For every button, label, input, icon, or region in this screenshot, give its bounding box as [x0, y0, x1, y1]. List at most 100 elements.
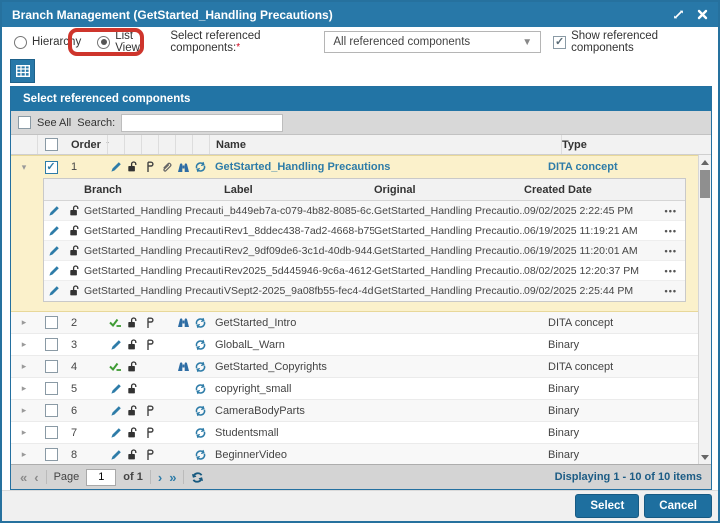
lock-icon[interactable] — [124, 361, 141, 373]
pencil-icon[interactable] — [44, 265, 64, 277]
pencil-icon[interactable] — [107, 383, 124, 395]
type-column-header[interactable]: Type — [561, 135, 711, 154]
branch-icon[interactable] — [141, 449, 158, 461]
table-row[interactable]: ▸ 4 GetStarted_Copyrights DITA concept — [11, 356, 698, 378]
branch-icon[interactable] — [141, 405, 158, 417]
sync-icon[interactable] — [192, 161, 209, 173]
binoculars-icon[interactable] — [175, 162, 192, 173]
name-cell[interactable]: GlobalL_Warn — [209, 339, 548, 351]
pencil-icon[interactable] — [44, 205, 64, 217]
checkout-icon[interactable] — [107, 317, 124, 329]
table-row[interactable]: ▸ 7 Studentsmall Binary — [11, 422, 698, 444]
binoculars-icon[interactable] — [175, 317, 192, 328]
referenced-components-dropdown[interactable]: All referenced components ▼ — [324, 31, 541, 53]
branch-row[interactable]: GetStarted_Handling Precautio... _b449eb… — [44, 201, 685, 221]
pencil-icon[interactable] — [44, 225, 64, 237]
radio-list-view[interactable]: List View — [97, 30, 154, 54]
branch-row[interactable]: GetStarted_Handling Precautio... Rev2025… — [44, 261, 685, 281]
pencil-icon[interactable] — [107, 405, 124, 417]
cancel-button[interactable]: Cancel — [644, 494, 712, 518]
expand-arrow-icon[interactable]: ▸ — [11, 339, 37, 350]
row-menu-ellipsis-icon[interactable]: ••• — [664, 266, 685, 276]
pencil-icon[interactable] — [107, 161, 124, 173]
table-row[interactable]: ▸ 3 GlobalL_Warn Binary — [11, 334, 698, 356]
vertical-scrollbar[interactable] — [698, 155, 711, 464]
row-checkbox[interactable] — [45, 426, 58, 439]
expand-arrow-icon[interactable]: ▸ — [11, 383, 37, 394]
expand-arrow-icon[interactable]: ▸ — [11, 361, 37, 372]
close-icon[interactable] — [697, 9, 708, 20]
lock-icon[interactable] — [64, 225, 84, 237]
row-checkbox[interactable] — [45, 448, 58, 461]
radio-list-view-label[interactable]: List View — [115, 30, 154, 54]
row-checkbox[interactable] — [45, 404, 58, 417]
name-cell[interactable]: GetStarted_Handling Precautions — [209, 161, 548, 173]
first-page-button[interactable]: « — [20, 471, 27, 484]
see-all-label[interactable]: See All — [37, 117, 71, 129]
order-column-header[interactable]: Order↑ — [65, 135, 107, 154]
radio-hierarchy-circle[interactable] — [14, 36, 27, 49]
select-button[interactable]: Select — [575, 494, 639, 518]
pencil-icon[interactable] — [107, 427, 124, 439]
table-row[interactable]: ▸ 6 CameraBodyParts Binary — [11, 400, 698, 422]
name-column-header[interactable]: Name — [209, 135, 561, 154]
branch-row[interactable]: GetStarted_Handling Precautio... Rev1_8d… — [44, 221, 685, 241]
expand-arrow-icon[interactable]: ▸ — [11, 317, 37, 328]
scrollbar-thumb[interactable] — [700, 170, 710, 198]
last-page-button[interactable]: » — [169, 471, 176, 484]
paperclip-icon[interactable] — [158, 161, 175, 173]
branch-row[interactable]: GetStarted_Handling Precautio... VSept2-… — [44, 281, 685, 301]
page-number-input[interactable] — [86, 469, 116, 486]
branch-row[interactable]: GetStarted_Handling Precautio... Rev2_9d… — [44, 241, 685, 261]
name-cell[interactable]: copyright_small — [209, 383, 548, 395]
collapse-arrow-icon[interactable]: ▾ — [11, 162, 37, 173]
lock-icon[interactable] — [64, 285, 84, 297]
see-all-checkbox[interactable] — [18, 116, 31, 129]
radio-hierarchy-label[interactable]: Hierarchy — [32, 36, 81, 48]
name-cell[interactable]: CameraBodyParts — [209, 405, 548, 417]
scroll-down-icon[interactable] — [699, 450, 711, 464]
lock-icon[interactable] — [64, 245, 84, 257]
lock-icon[interactable] — [64, 205, 84, 217]
row-menu-ellipsis-icon[interactable]: ••• — [664, 246, 685, 256]
name-cell[interactable]: Studentsmall — [209, 427, 548, 439]
expand-arrow-icon[interactable]: ▸ — [11, 449, 37, 460]
radio-hierarchy[interactable]: Hierarchy — [14, 36, 81, 49]
pencil-icon[interactable] — [44, 285, 64, 297]
name-cell[interactable]: GetStarted_Copyrights — [209, 361, 548, 373]
original-column-header[interactable]: Original — [374, 184, 524, 196]
branch-icon[interactable] — [141, 317, 158, 329]
row-checkbox[interactable] — [45, 316, 58, 329]
row-checkbox[interactable]: ✓ — [45, 161, 58, 174]
expand-arrow-icon[interactable]: ▸ — [11, 405, 37, 416]
prev-page-button[interactable]: ‹ — [34, 471, 38, 484]
created-date-column-header[interactable]: Created Date — [524, 184, 664, 196]
branch-icon[interactable] — [141, 339, 158, 351]
sync-icon[interactable] — [192, 427, 209, 439]
row-menu-ellipsis-icon[interactable]: ••• — [664, 286, 685, 296]
name-cell[interactable]: GetStarted_Intro — [209, 317, 548, 329]
row-checkbox[interactable] — [45, 338, 58, 351]
sync-icon[interactable] — [192, 339, 209, 351]
binoculars-icon[interactable] — [175, 361, 192, 372]
branch-icon[interactable] — [141, 427, 158, 439]
select-all-checkbox[interactable] — [45, 138, 58, 151]
lock-icon[interactable] — [124, 161, 141, 173]
refresh-icon[interactable] — [191, 471, 204, 484]
lock-icon[interactable] — [124, 405, 141, 417]
lock-icon[interactable] — [124, 383, 141, 395]
lock-icon[interactable] — [124, 317, 141, 329]
sync-icon[interactable] — [192, 361, 209, 373]
grid-view-button[interactable] — [10, 59, 35, 83]
table-row[interactable]: ▾ ✓ 1 GetStarted_Handling Precautions DI… — [11, 156, 698, 178]
branch-icon[interactable] — [141, 161, 158, 173]
row-checkbox[interactable] — [45, 382, 58, 395]
pencil-icon[interactable] — [107, 449, 124, 461]
next-page-button[interactable]: › — [158, 471, 162, 484]
radio-list-view-circle[interactable] — [97, 36, 110, 49]
lock-icon[interactable] — [124, 449, 141, 461]
expand-arrow-icon[interactable]: ▸ — [11, 427, 37, 438]
row-menu-ellipsis-icon[interactable]: ••• — [664, 206, 685, 216]
search-input[interactable] — [121, 114, 283, 132]
table-row[interactable]: ▸ 2 GetStarted_Intro DITA concept — [11, 312, 698, 334]
